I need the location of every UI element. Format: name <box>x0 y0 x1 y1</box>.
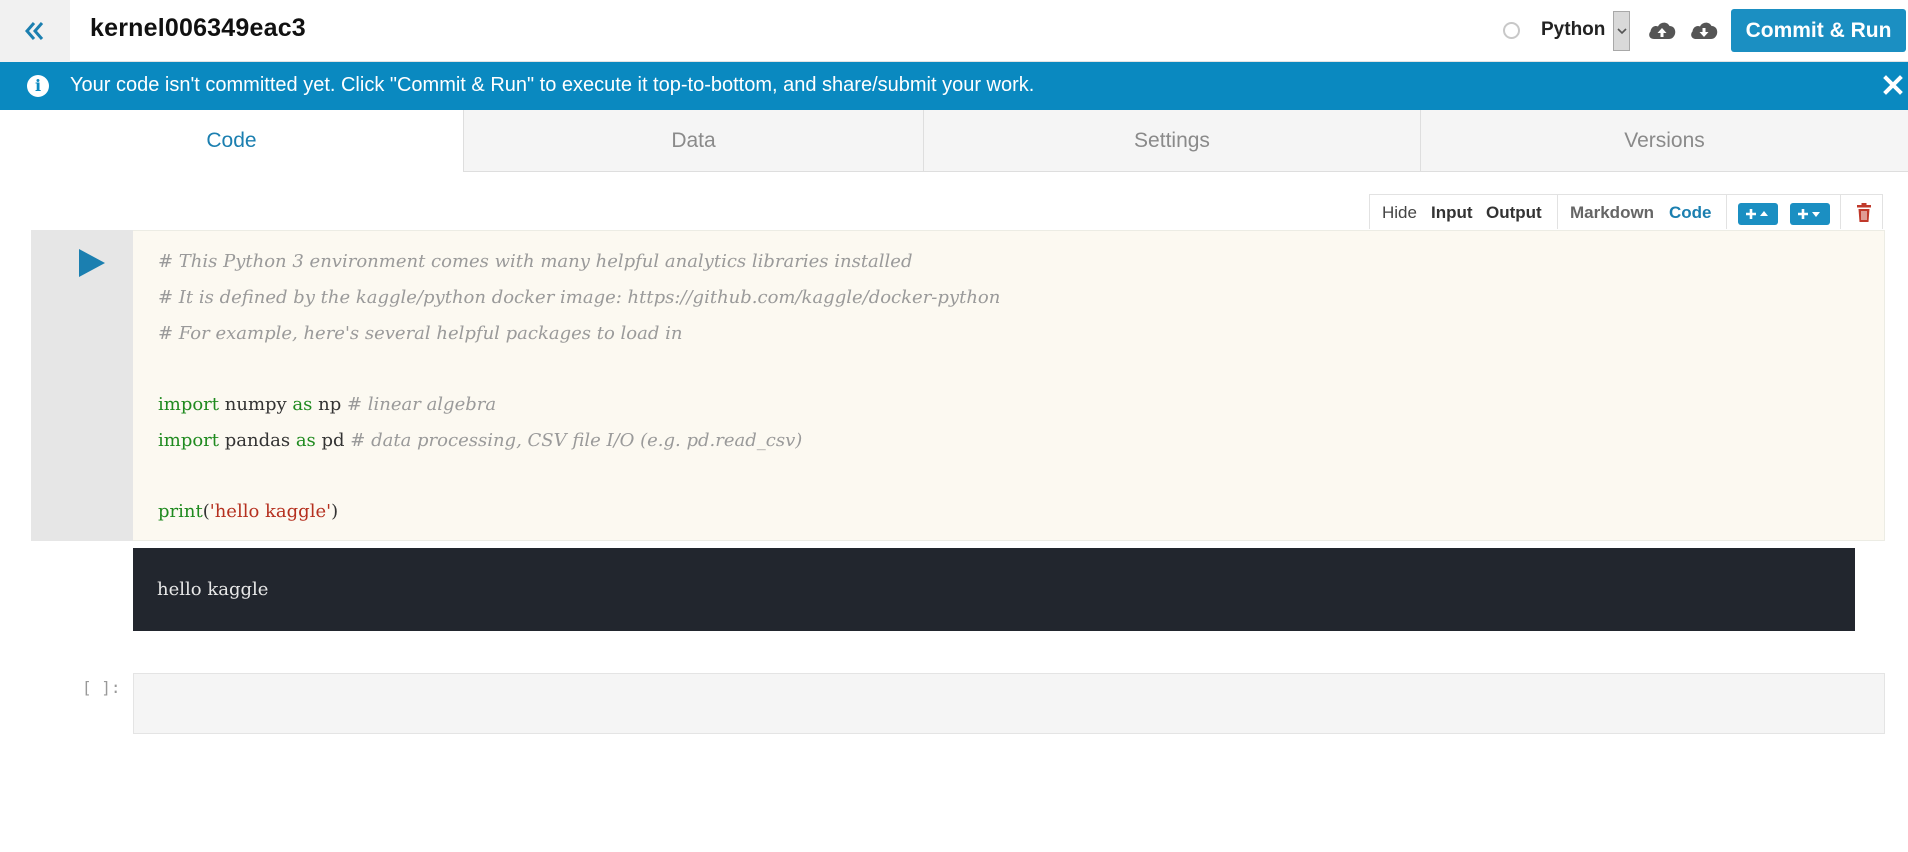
code-line: # For example, here's several helpful pa… <box>158 323 683 344</box>
editor-tabs: Code Data Settings Versions <box>0 110 1908 172</box>
alias-name: np <box>312 394 347 415</box>
cloud-download-icon[interactable] <box>1689 16 1719 44</box>
chevron-down-icon <box>1616 28 1627 35</box>
keyword: import <box>158 394 220 415</box>
code-line: # This Python 3 environment comes with m… <box>158 251 913 272</box>
toolbar-divider <box>1557 195 1558 229</box>
add-cell-above-button[interactable] <box>1738 203 1778 225</box>
code-line: import pandas as pd # data processing, C… <box>158 430 802 451</box>
top-bar: kernel006349eac3 Python Commit & Run <box>0 0 1908 62</box>
language-dropdown[interactable] <box>1613 11 1630 51</box>
function-name: print <box>158 501 203 522</box>
empty-code-cell[interactable] <box>133 673 1885 734</box>
spinner-icon <box>1503 22 1520 39</box>
code-line: import numpy as np # linear algebra <box>158 394 496 415</box>
code-line: # It is defined by the kaggle/python doc… <box>158 287 1001 308</box>
cell-type-code-button[interactable]: Code <box>1669 203 1712 223</box>
module-name: pandas <box>219 430 296 451</box>
keyword: import <box>158 430 220 451</box>
cell-type-markdown-button[interactable]: Markdown <box>1570 203 1654 223</box>
cell-toolbar: Hide Input Output Markdown Code <box>1369 194 1883 229</box>
toolbar-divider <box>1726 195 1727 229</box>
info-icon: i <box>27 75 49 97</box>
hide-label: Hide <box>1382 203 1417 222</box>
add-cell-below-button[interactable] <box>1790 203 1830 225</box>
hide-input-button[interactable]: Input <box>1431 203 1473 223</box>
language-label: Python <box>1541 19 1606 40</box>
code-editor[interactable]: # This Python 3 environment comes with m… <box>133 230 1885 541</box>
tab-code[interactable]: Code <box>0 110 463 172</box>
keyword: as <box>295 430 316 451</box>
play-icon[interactable] <box>77 247 107 279</box>
cell-output: hello kaggle <box>133 548 1855 631</box>
inline-comment: # data processing, CSV file I/O (e.g. pd… <box>350 430 803 451</box>
string-literal: 'hello kaggle' <box>209 501 332 522</box>
tab-settings[interactable]: Settings <box>923 110 1420 172</box>
double-chevron-left-icon <box>25 22 44 40</box>
commit-and-run-button[interactable]: Commit & Run <box>1731 9 1906 52</box>
uncommitted-banner: i Your code isn't committed yet. Click "… <box>0 62 1908 110</box>
back-button[interactable] <box>0 0 70 62</box>
tab-versions[interactable]: Versions <box>1420 110 1908 172</box>
plus-up-icon <box>1746 209 1768 219</box>
alias-name: pd <box>315 430 351 451</box>
cloud-upload-icon[interactable] <box>1647 16 1677 44</box>
hide-output-button[interactable]: Output <box>1486 203 1542 223</box>
paren: ) <box>331 501 339 522</box>
inline-comment: # linear algebra <box>346 394 497 415</box>
keyword: as <box>292 394 313 415</box>
kernel-title[interactable]: kernel006349eac3 <box>90 14 306 43</box>
tab-data[interactable]: Data <box>463 110 923 172</box>
plus-down-icon <box>1798 209 1820 219</box>
code-line: print('hello kaggle') <box>158 501 338 522</box>
banner-message: Your code isn't committed yet. Click "Co… <box>70 74 1035 96</box>
output-text: hello kaggle <box>157 579 269 600</box>
toolbar-divider <box>1840 195 1841 229</box>
trash-icon[interactable] <box>1854 202 1874 224</box>
close-icon[interactable] <box>1882 74 1904 96</box>
cell-prompt: [ ]: <box>82 678 121 697</box>
paren: ( <box>202 501 210 522</box>
module-name: numpy <box>219 394 293 415</box>
